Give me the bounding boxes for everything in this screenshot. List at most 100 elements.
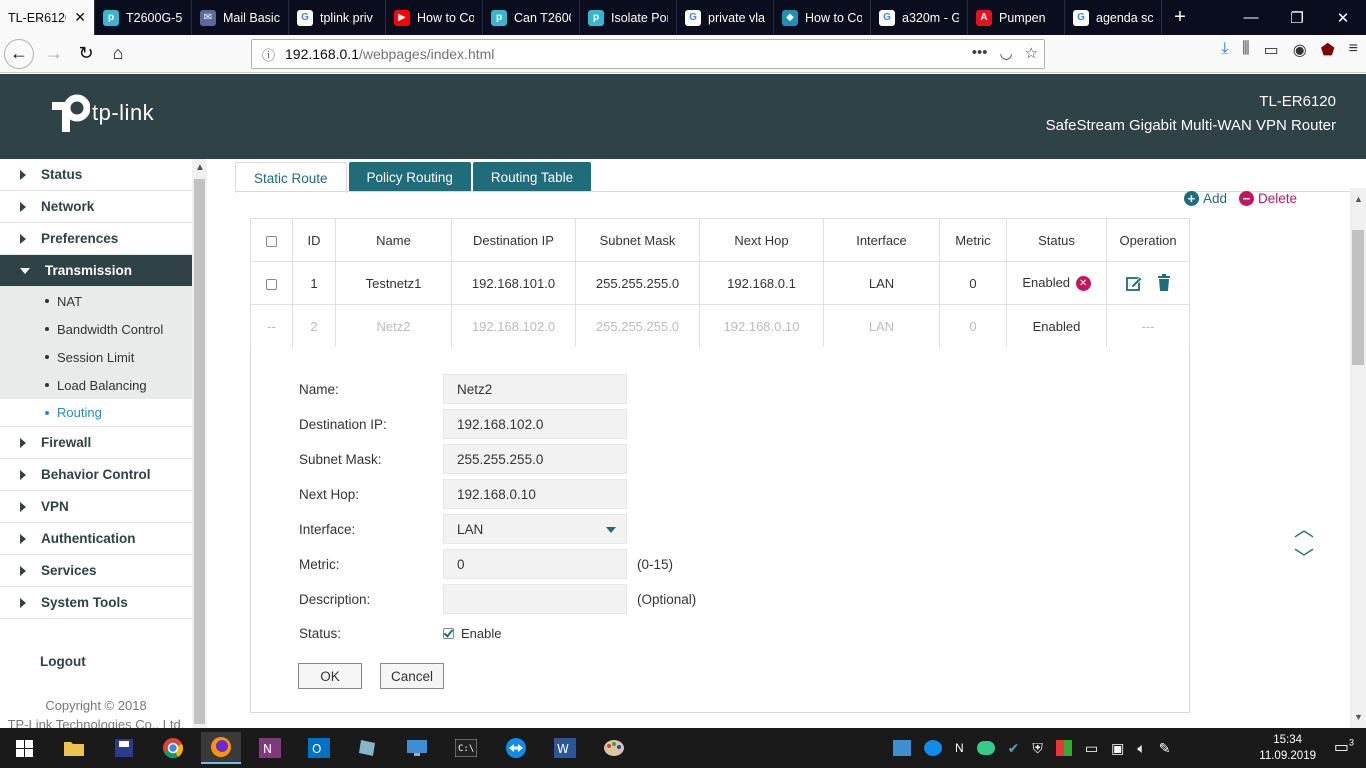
next-hop-field[interactable]: 192.168.0.10 bbox=[443, 479, 627, 509]
sidebar-subitem-routing[interactable]: Routing bbox=[0, 399, 192, 427]
network-icon[interactable]: ▣ bbox=[1111, 740, 1124, 757]
interface-select[interactable]: LAN bbox=[443, 514, 627, 544]
word-icon[interactable]: W bbox=[545, 732, 585, 764]
forward-icon[interactable]: → bbox=[38, 38, 70, 70]
browser-tab[interactable]: Gagenda sc bbox=[1065, 0, 1162, 35]
tab-routing-table[interactable]: Routing Table bbox=[472, 162, 592, 192]
sidebar-item-transmission[interactable]: Transmission bbox=[0, 255, 192, 287]
more-icon[interactable]: ••• bbox=[972, 44, 988, 62]
firefox-icon[interactable] bbox=[201, 732, 241, 764]
tab-policy-routing[interactable]: Policy Routing bbox=[348, 162, 471, 192]
outlook-icon[interactable]: O bbox=[299, 732, 339, 764]
battery-icon[interactable]: ▭ bbox=[1085, 740, 1098, 757]
start-icon[interactable] bbox=[4, 732, 44, 764]
browser-tab[interactable]: p Can T2600 bbox=[483, 0, 580, 35]
browser-tab[interactable]: Gprivate vla bbox=[677, 0, 774, 35]
cloud-icon[interactable] bbox=[976, 741, 995, 755]
sidebar-item-behavior-control[interactable]: Behavior Control bbox=[0, 459, 192, 491]
scroll-up-icon[interactable]: ▲ bbox=[195, 162, 205, 173]
tray-app-icon[interactable]: ✔ bbox=[1008, 740, 1020, 757]
row-checkbox[interactable] bbox=[266, 278, 277, 290]
teamviewer-icon[interactable] bbox=[496, 732, 536, 764]
menu-icon[interactable]: ≡ bbox=[1349, 40, 1358, 60]
sidebar-subitem-session-limit[interactable]: Session Limit bbox=[0, 343, 192, 371]
download-icon[interactable]: ⤓ bbox=[1221, 40, 1228, 60]
file-explorer-icon[interactable] bbox=[54, 732, 94, 764]
browser-tab[interactable]: ◆ How to Co bbox=[774, 0, 871, 35]
logout-link[interactable]: Logout bbox=[40, 654, 86, 669]
cancel-button[interactable]: Cancel bbox=[380, 663, 444, 689]
sidebar-item-services[interactable]: Services bbox=[0, 555, 192, 587]
taskbar-clock[interactable]: 15:34 11.09.2019 bbox=[1259, 732, 1316, 764]
scrollbar-thumb[interactable] bbox=[194, 179, 205, 724]
select-all-checkbox[interactable] bbox=[266, 235, 277, 247]
scroll-down-icon[interactable]: ▼ bbox=[1354, 712, 1363, 722]
edit-icon[interactable] bbox=[1125, 274, 1143, 292]
sidebar-subitem-nat[interactable]: NAT bbox=[0, 287, 192, 315]
pocket-icon[interactable]: ◡ bbox=[999, 44, 1012, 62]
account-icon[interactable]: ◉ bbox=[1293, 40, 1307, 60]
sidebar-icon[interactable]: ▭ bbox=[1264, 40, 1279, 60]
destination-ip-field[interactable]: 192.168.102.0 bbox=[443, 409, 627, 439]
subnet-mask-field[interactable]: 255.255.255.0 bbox=[443, 444, 627, 474]
scroll-bottom-icon[interactable]: ﹀ bbox=[1294, 542, 1314, 571]
name-field[interactable]: Netz2 bbox=[443, 374, 627, 404]
enable-checkbox[interactable] bbox=[443, 627, 454, 639]
browser-tab-active[interactable]: TL-ER6120 ✕ bbox=[0, 0, 95, 35]
maximize-icon[interactable]: ❐ bbox=[1274, 0, 1320, 35]
paint-icon[interactable] bbox=[594, 732, 634, 764]
sidebar-item-system-tools[interactable]: System Tools bbox=[0, 587, 192, 619]
delete-button[interactable]: − Delete bbox=[1238, 191, 1297, 206]
browser-tab[interactable]: p Isolate Por bbox=[580, 0, 677, 35]
page-scrollbar[interactable]: ▲ ▼ bbox=[1350, 188, 1366, 728]
metric-field[interactable]: 0 bbox=[443, 549, 627, 579]
teamviewer-tray-icon[interactable] bbox=[924, 740, 942, 756]
terminal-icon[interactable]: C:\ bbox=[446, 732, 486, 764]
home-icon[interactable]: ⌂ bbox=[102, 38, 134, 70]
onenote-icon[interactable]: N bbox=[250, 732, 290, 764]
sidebar-scrollbar[interactable]: ▲ bbox=[192, 159, 207, 729]
tray-app-icon[interactable]: N bbox=[955, 741, 964, 755]
url-bar[interactable]: ⓘ 192.168.0.1/webpages/index.html ••• ◡ … bbox=[251, 39, 1045, 69]
close-icon[interactable]: ✕ bbox=[74, 9, 86, 26]
sidebar-item-vpn[interactable]: VPN bbox=[0, 491, 192, 523]
save-app-icon[interactable] bbox=[104, 732, 144, 764]
info-icon[interactable]: ⓘ bbox=[262, 45, 275, 64]
browser-tab[interactable]: ✉ Mail Basic bbox=[192, 0, 289, 35]
volume-icon[interactable]: 🔈︎ bbox=[1137, 740, 1145, 757]
pen-icon[interactable]: ✎ bbox=[1159, 740, 1171, 757]
browser-tab[interactable]: A Pumpen bbox=[968, 0, 1065, 35]
disable-icon[interactable]: ✕ bbox=[1075, 276, 1091, 292]
scrollbar-thumb[interactable] bbox=[1352, 230, 1364, 365]
trash-icon[interactable] bbox=[1157, 274, 1171, 292]
sidebar-subitem-bandwidth-control[interactable]: Bandwidth Control bbox=[0, 315, 192, 343]
sidebar-item-network[interactable]: Network bbox=[0, 191, 192, 223]
display-settings-icon[interactable] bbox=[397, 732, 437, 764]
bookmark-star-icon[interactable]: ☆ bbox=[1025, 44, 1038, 62]
notes-app-icon[interactable] bbox=[348, 732, 388, 764]
browser-tab[interactable]: Ga320m - G bbox=[871, 0, 968, 35]
defender-icon[interactable]: ⛨ bbox=[1032, 740, 1043, 757]
sidebar-item-preferences[interactable]: Preferences bbox=[0, 223, 192, 255]
sidebar-item-firewall[interactable]: Firewall bbox=[0, 427, 192, 459]
sidebar-item-authentication[interactable]: Authentication bbox=[0, 523, 192, 555]
reload-icon[interactable]: ↻ bbox=[70, 38, 102, 70]
new-tab-button[interactable]: + bbox=[1162, 0, 1198, 35]
tray-app-icon[interactable] bbox=[893, 740, 911, 756]
minimize-icon[interactable]: — bbox=[1228, 0, 1274, 35]
scroll-up-icon[interactable]: ▲ bbox=[1354, 194, 1363, 204]
browser-tab[interactable]: ▶ How to Co bbox=[386, 0, 483, 35]
sidebar-subitem-load-balancing[interactable]: Load Balancing bbox=[0, 371, 192, 399]
back-icon[interactable]: ← bbox=[4, 38, 34, 69]
sidebar-item-status[interactable]: Status bbox=[0, 159, 192, 191]
browser-tab[interactable]: Gtplink priv bbox=[289, 0, 386, 35]
tray-app-icon[interactable] bbox=[1055, 740, 1072, 756]
ublock-icon[interactable]: ⬟ bbox=[1321, 40, 1335, 60]
action-center-icon[interactable]: ▭3 bbox=[1334, 737, 1354, 757]
library-icon[interactable]: ⫼ bbox=[1242, 40, 1249, 60]
description-field[interactable] bbox=[443, 584, 627, 614]
ok-button[interactable]: OK bbox=[298, 663, 362, 689]
scroll-top-icon[interactable]: ︿ bbox=[1294, 513, 1314, 542]
chrome-icon[interactable] bbox=[153, 732, 193, 764]
browser-tab[interactable]: p T2600G-52 bbox=[95, 0, 192, 35]
